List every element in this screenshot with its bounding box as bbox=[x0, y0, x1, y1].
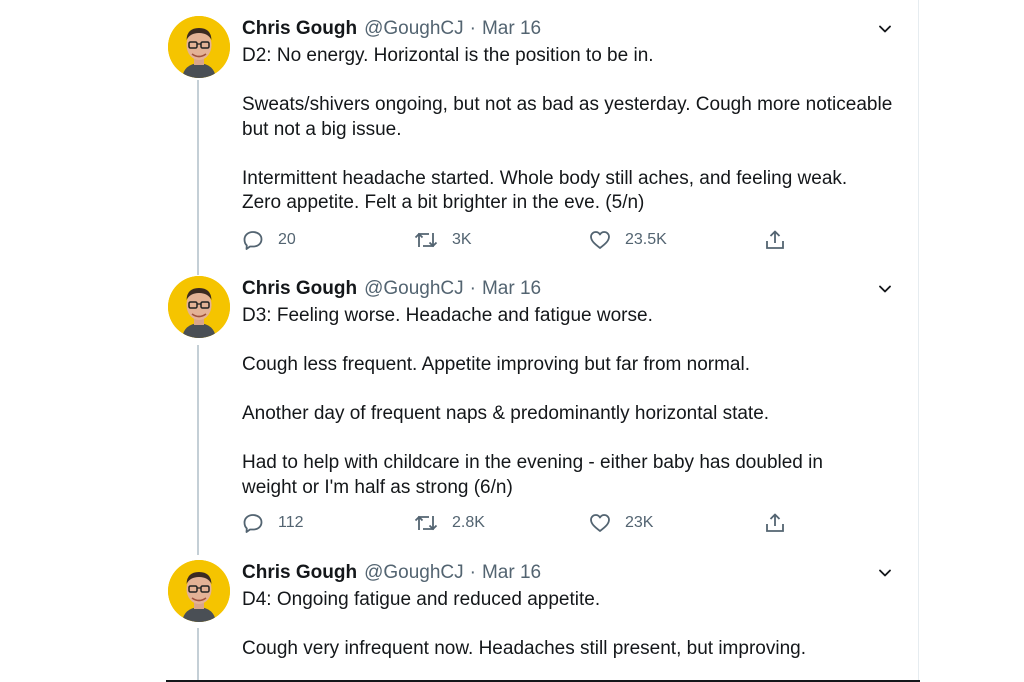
tweet-header: Chris Gough @GoughCJ · Mar 16 bbox=[242, 16, 541, 42]
separator-dot: · bbox=[469, 278, 476, 299]
tweet-date[interactable]: Mar 16 bbox=[482, 562, 541, 584]
tweet-paragraph: Another day of frequent naps & predomina… bbox=[242, 403, 770, 424]
share-button[interactable] bbox=[764, 228, 800, 252]
retweet-count: 3K bbox=[452, 231, 472, 248]
thread-line bbox=[197, 345, 199, 555]
tweet-actions: 20 3K 23.5K bbox=[242, 228, 802, 252]
retweet-count: 2.8K bbox=[452, 514, 485, 531]
reply-count: 20 bbox=[278, 231, 296, 248]
author-handle[interactable]: @GoughCJ bbox=[364, 18, 464, 40]
tweet-paragraph: Intermittent headache started. Whole bod… bbox=[242, 167, 848, 214]
reply-count: 112 bbox=[278, 514, 304, 531]
tweet-paragraph: Sweats/shivers ongoing, but not as bad a… bbox=[242, 94, 893, 140]
tweet-header: Chris Gough @GoughCJ · Mar 16 bbox=[242, 560, 541, 586]
separator-dot: · bbox=[469, 562, 476, 583]
tweet-text: D3: Feeling worse. Headache and fatigue … bbox=[242, 304, 902, 500]
thread-line bbox=[197, 80, 199, 275]
author-name[interactable]: Chris Gough bbox=[242, 278, 357, 300]
avatar[interactable] bbox=[168, 560, 230, 622]
tweet-actions: 112 2.8K 23K bbox=[242, 511, 802, 535]
author-handle[interactable]: @GoughCJ bbox=[364, 278, 464, 300]
reply-button[interactable]: 112 bbox=[242, 511, 304, 535]
share-icon bbox=[766, 513, 784, 532]
tweet-date[interactable]: Mar 16 bbox=[482, 18, 541, 40]
tweet-paragraph: Cough very infrequent now. Headaches sti… bbox=[242, 638, 806, 659]
timeline-column: Chris Gough @GoughCJ · Mar 16 D2: No ene… bbox=[152, 0, 919, 682]
chevron-down-icon[interactable] bbox=[874, 278, 896, 300]
like-button[interactable]: 23.5K bbox=[589, 228, 667, 252]
like-button[interactable]: 23K bbox=[589, 511, 653, 535]
avatar-image bbox=[168, 16, 230, 78]
like-count: 23.5K bbox=[625, 231, 667, 248]
reply-icon bbox=[243, 231, 263, 250]
author-handle[interactable]: @GoughCJ bbox=[364, 562, 464, 584]
heart-icon bbox=[590, 231, 610, 249]
share-button[interactable] bbox=[764, 511, 800, 535]
retweet-icon bbox=[414, 515, 438, 531]
thread-line bbox=[197, 628, 199, 682]
retweet-icon bbox=[414, 232, 438, 248]
tweet-paragraph: D3: Feeling worse. Headache and fatigue … bbox=[242, 305, 653, 326]
tweet-date[interactable]: Mar 16 bbox=[482, 278, 541, 300]
separator-dot: · bbox=[469, 18, 476, 39]
tweet-paragraph: D2: No energy. Horizontal is the positio… bbox=[242, 45, 654, 66]
retweet-button[interactable]: 3K bbox=[414, 228, 472, 252]
heart-icon bbox=[590, 514, 610, 532]
avatar-image bbox=[168, 560, 230, 622]
tweet-paragraph: D4: Ongoing fatigue and reduced appetite… bbox=[242, 589, 601, 610]
author-name[interactable]: Chris Gough bbox=[242, 18, 357, 40]
chevron-down-icon[interactable] bbox=[874, 18, 896, 40]
retweet-button[interactable]: 2.8K bbox=[414, 511, 485, 535]
tweet-header: Chris Gough @GoughCJ · Mar 16 bbox=[242, 276, 541, 302]
author-name[interactable]: Chris Gough bbox=[242, 562, 357, 584]
like-count: 23K bbox=[625, 514, 654, 531]
chevron-down-icon[interactable] bbox=[874, 562, 896, 584]
tweet-text: D2: No energy. Horizontal is the positio… bbox=[242, 44, 902, 216]
tweet-text: D4: Ongoing fatigue and reduced appetite… bbox=[242, 588, 902, 662]
avatar-image bbox=[168, 276, 230, 338]
avatar[interactable] bbox=[168, 16, 230, 78]
reply-icon bbox=[243, 514, 263, 533]
tweet-paragraph: Had to help with childcare in the evenin… bbox=[242, 452, 823, 498]
tweet-paragraph: Cough less frequent. Appetite improving … bbox=[242, 354, 750, 375]
reply-button[interactable]: 20 bbox=[242, 228, 296, 252]
avatar[interactable] bbox=[168, 276, 230, 338]
share-icon bbox=[766, 230, 784, 249]
